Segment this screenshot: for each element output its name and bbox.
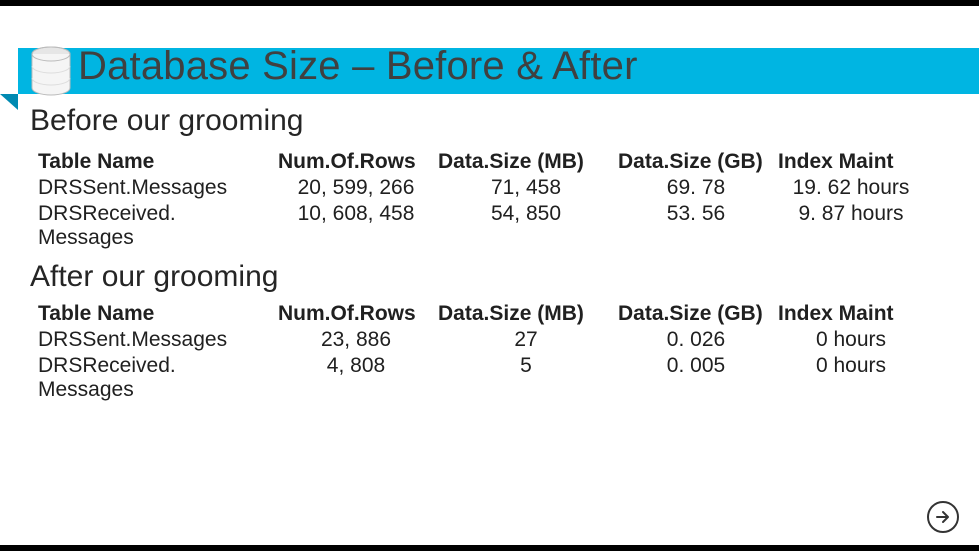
section-heading-after: After our grooming: [30, 260, 278, 294]
cell-table-name: DRSReceived. Messages: [38, 202, 278, 252]
next-button[interactable]: [927, 501, 959, 533]
table-row: DRSSent.Messages 23, 886 27 0. 026 0 hou…: [38, 328, 928, 354]
slide: Database Size – Before & After Before ou…: [0, 0, 979, 551]
table-header-row: Table Name Num.Of.Rows Data.Size (MB) Da…: [38, 150, 928, 176]
cell-table-name: DRSSent.Messages: [38, 176, 278, 202]
cell-index-maint: 9. 87 hours: [778, 202, 928, 252]
table-row: DRSReceived. Messages 10, 608, 458 54, 8…: [38, 202, 928, 252]
table-before: Table Name Num.Of.Rows Data.Size (MB) Da…: [38, 150, 928, 252]
cell-size-gb: 53. 56: [618, 202, 778, 252]
cell-index-maint: 0 hours: [778, 354, 928, 404]
cell-size-mb: 71, 458: [438, 176, 618, 202]
table-after: Table Name Num.Of.Rows Data.Size (MB) Da…: [38, 302, 928, 404]
col-header: Index Maint: [778, 150, 928, 176]
arrow-right-icon: [935, 509, 951, 525]
cell-table-name: DRSReceived. Messages: [38, 354, 278, 404]
col-header: Table Name: [38, 302, 278, 328]
cell-num-rows: 4, 808: [278, 354, 438, 404]
cell-num-rows: 20, 599, 266: [278, 176, 438, 202]
col-header: Data.Size (MB): [438, 150, 618, 176]
col-header: Data.Size (GB): [618, 302, 778, 328]
cell-index-maint: 19. 62 hours: [778, 176, 928, 202]
cell-size-gb: 69. 78: [618, 176, 778, 202]
table-header-row: Table Name Num.Of.Rows Data.Size (MB) Da…: [38, 302, 928, 328]
cell-size-gb: 0. 005: [618, 354, 778, 404]
database-icon: [30, 46, 72, 96]
title-band-fold: [0, 94, 18, 110]
cell-table-name: DRSSent.Messages: [38, 328, 278, 354]
page-title: Database Size – Before & After: [78, 44, 638, 89]
table-row: DRSSent.Messages 20, 599, 266 71, 458 69…: [38, 176, 928, 202]
col-header: Data.Size (GB): [618, 150, 778, 176]
cell-index-maint: 0 hours: [778, 328, 928, 354]
cell-size-mb: 54, 850: [438, 202, 618, 252]
bottom-border: [0, 545, 979, 551]
col-header: Data.Size (MB): [438, 302, 618, 328]
cell-size-mb: 27: [438, 328, 618, 354]
col-header: Num.Of.Rows: [278, 150, 438, 176]
section-heading-before: Before our grooming: [30, 104, 304, 138]
cell-size-mb: 5: [438, 354, 618, 404]
cell-num-rows: 23, 886: [278, 328, 438, 354]
cell-size-gb: 0. 026: [618, 328, 778, 354]
top-border: [0, 0, 979, 6]
table-row: DRSReceived. Messages 4, 808 5 0. 005 0 …: [38, 354, 928, 404]
col-header: Index Maint: [778, 302, 928, 328]
cell-num-rows: 10, 608, 458: [278, 202, 438, 252]
col-header: Table Name: [38, 150, 278, 176]
col-header: Num.Of.Rows: [278, 302, 438, 328]
